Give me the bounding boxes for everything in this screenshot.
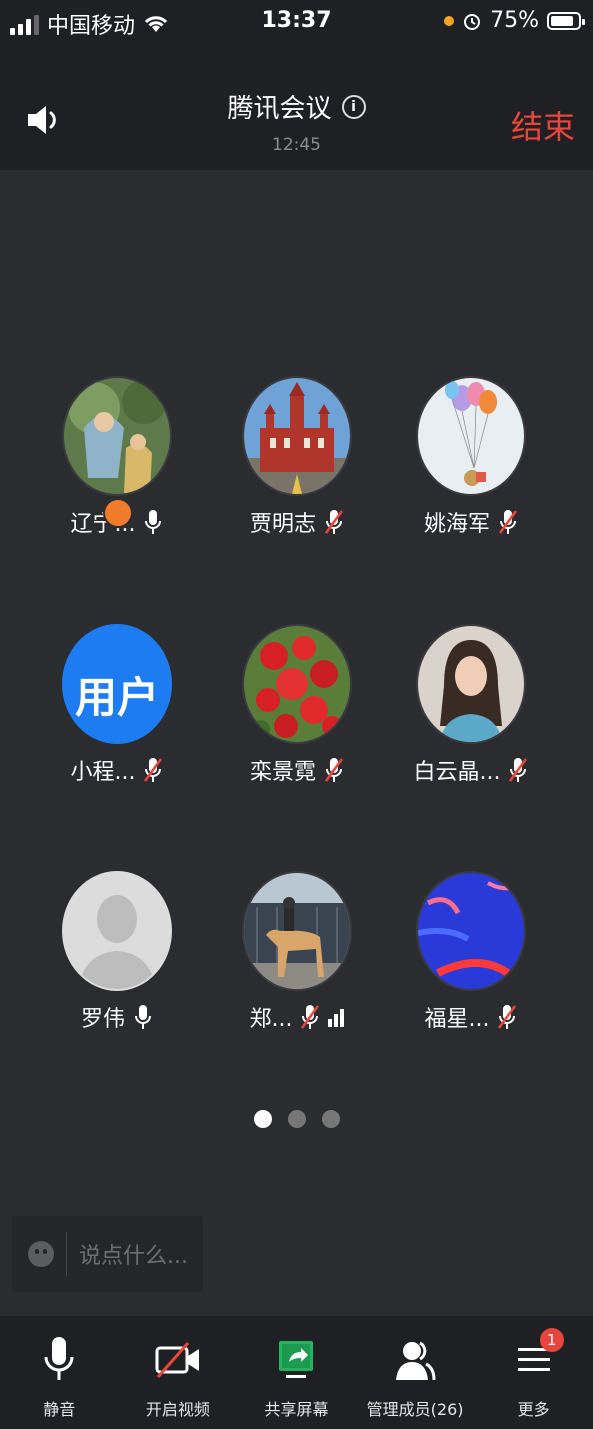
participant-avatar [242,871,352,991]
more-button[interactable]: 1 更多 [474,1316,593,1429]
mic-muted-icon [301,1005,320,1029]
participant-avatar: 用户 [62,624,172,744]
notification-badge: 1 [539,1328,564,1352]
participant-avatar [416,624,526,744]
participant-avatar [416,376,526,496]
page-dot-active[interactable] [253,1110,272,1128]
woman-avatar-icon [418,626,524,742]
mic-muted-icon [324,758,344,782]
recording-dot-icon [444,15,455,26]
participant-name: 白云晶... [413,760,501,785]
mic-muted-icon [498,510,518,534]
mic-muted-icon [509,758,528,782]
status-bar: 中国移动 13:37 75% [0,0,593,46]
participant-name: 郑... [249,1007,293,1032]
mic-on-icon [145,510,162,534]
participant-tile[interactable]: 福星... [384,871,558,1033]
bottom-toolbar: 静音 开启视频 共享屏幕 管理成员(26) 1 更多 [0,1316,593,1429]
participant-tile[interactable]: 罗伟 [30,871,204,1033]
participant-name: 姚海军 [423,512,490,537]
microphone-icon [44,1337,74,1380]
avatar-initials: 用户 [74,673,159,722]
chat-input[interactable]: 说点什么... [12,1216,203,1292]
mute-button[interactable]: 静音 [0,1316,119,1429]
horse-avatar-icon [244,873,350,989]
video-off-icon [155,1342,199,1378]
mic-muted-icon [324,510,344,534]
participant-avatar [62,871,172,991]
mute-label: 静音 [43,1400,76,1419]
participant-tile[interactable]: 栾景霓 [210,624,384,786]
battery-icon [547,11,585,30]
meeting-header: 腾讯会议 i 12:45 结束 [0,46,593,170]
participant-name: 贾明志 [249,512,316,537]
chat-placeholder: 说点什么... [79,1244,188,1269]
mic-on-icon [135,1005,151,1029]
participant-tile[interactable]: 用户 小程... [30,624,204,786]
chat-divider [66,1232,67,1276]
participant-avatar [416,871,526,991]
share-screen-icon [279,1341,314,1378]
info-icon[interactable]: i [341,94,366,119]
alarm-icon [464,13,481,30]
default-avatar-icon [64,873,170,989]
participant-tile[interactable]: 贾明志 [210,376,384,538]
participant-name: 福星... [424,1007,490,1032]
page-dot[interactable] [287,1110,306,1128]
participant-name: 栾景霓 [249,760,316,785]
building-avatar-icon [244,378,350,494]
participant-avatar [242,376,352,496]
page-indicator [0,1110,593,1128]
participant-tile[interactable]: 姚海军 [384,376,558,538]
members-label: 管理成员(26) [366,1400,464,1419]
participant-tile[interactable]: 郑... [210,871,384,1033]
participant-name: 罗伟 [80,1007,125,1032]
mic-muted-icon [144,758,163,782]
end-meeting-button[interactable]: 结束 [511,102,575,148]
host-badge-icon [103,498,133,528]
participant-tile[interactable]: 辽宁... [30,376,204,538]
page-dot[interactable] [321,1110,340,1128]
meeting-title-text: 腾讯会议 [227,94,332,124]
participant-avatar [62,376,172,496]
participant-tile[interactable]: 白云晶... [384,624,558,786]
battery-percent: 75% [490,8,539,33]
meeting-duration: 12:45 [272,135,321,155]
flowers-avatar-icon [244,626,350,742]
manage-members-button[interactable]: 管理成员(26) [356,1316,475,1429]
video-label: 开启视频 [145,1400,210,1419]
emoji-icon[interactable] [28,1241,54,1267]
more-label: 更多 [517,1400,550,1419]
blue-avatar-icon [418,873,524,989]
members-icon [396,1341,436,1381]
mic-muted-icon [498,1005,517,1029]
share-screen-button[interactable]: 共享屏幕 [237,1316,356,1429]
balloons-avatar-icon [418,378,524,494]
meeting-title[interactable]: 腾讯会议 i [227,88,366,125]
start-video-button[interactable]: 开启视频 [119,1316,238,1429]
network-signal-icon [328,1007,345,1027]
painting-avatar-icon [64,378,170,494]
share-label: 共享屏幕 [264,1400,329,1419]
participant-avatar [242,624,352,744]
participant-name: 小程... [70,760,136,785]
